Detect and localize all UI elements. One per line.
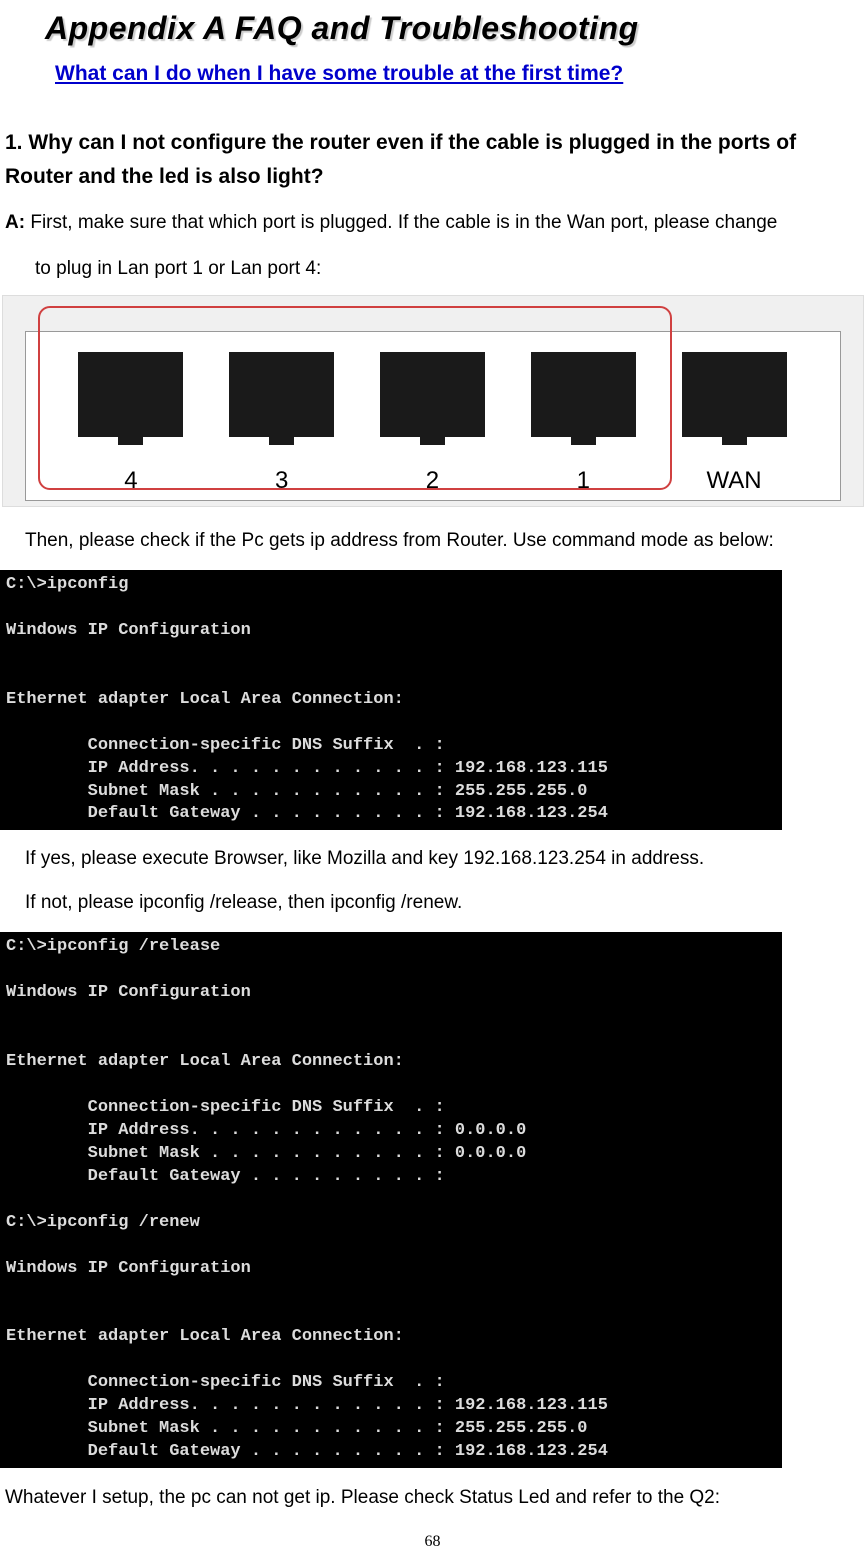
question-1: 1. Why can I not configure the router ev… (5, 126, 860, 193)
port-label-3: 3 (229, 467, 334, 495)
subtitle-link[interactable]: What can I do when I have some trouble a… (55, 62, 865, 86)
port-label-1: 1 (531, 467, 636, 495)
answer-prefix: A: (5, 212, 25, 233)
terminal-output-1: C:\>ipconfig Windows IP Configuration Et… (0, 570, 782, 830)
lan-port-2 (380, 352, 485, 437)
answer-1-line1: A: First, make sure that which port is p… (5, 208, 865, 238)
wan-port (682, 352, 787, 437)
body-text-3: If not, please ipconfig /release, then i… (25, 889, 865, 918)
router-ports-image: 4 3 2 1 WAN (2, 295, 864, 507)
answer-1-line2: to plug in Lan port 1 or Lan port 4: (35, 258, 865, 280)
port-label-wan: WAN (682, 467, 787, 495)
lan-port-1 (531, 352, 636, 437)
lan-port-4 (78, 352, 183, 437)
port-label-4: 4 (78, 467, 183, 495)
lan-port-3 (229, 352, 334, 437)
terminal-output-2: C:\>ipconfig /release Windows IP Configu… (0, 932, 782, 1468)
body-text-2: If yes, please execute Browser, like Moz… (25, 845, 865, 874)
body-text-1: Then, please check if the Pc gets ip add… (25, 527, 865, 556)
answer-1-text: First, make sure that which port is plug… (25, 212, 777, 233)
appendix-title: Appendix A FAQ and Troubleshooting (45, 10, 865, 47)
page-number: 68 (0, 1533, 865, 1551)
port-label-2: 2 (380, 467, 485, 495)
body-text-4: Whatever I setup, the pc can not get ip.… (5, 1483, 865, 1513)
